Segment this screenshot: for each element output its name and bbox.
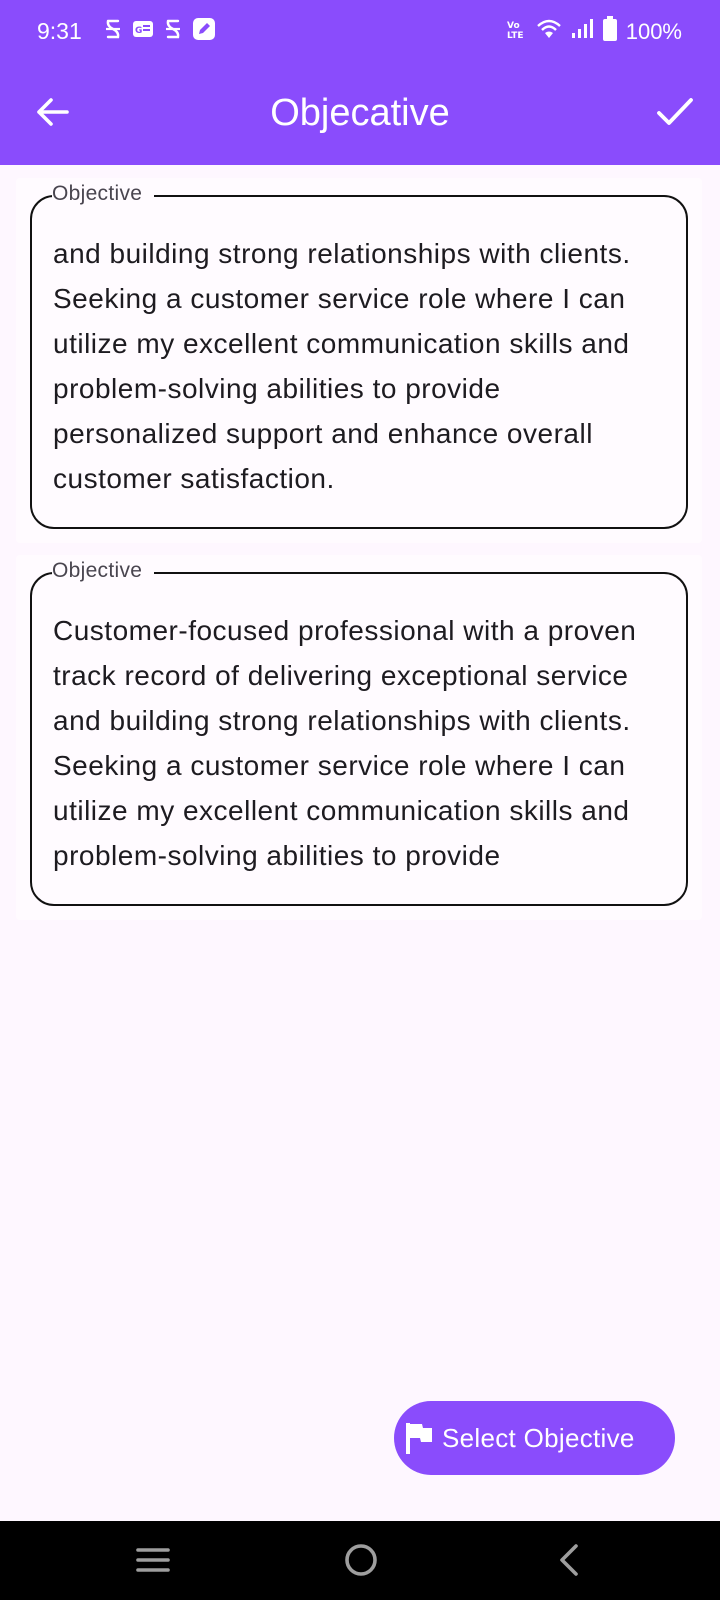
status-time: 9:31 [37, 18, 82, 44]
select-objective-label: Select Objective [442, 1423, 635, 1453]
objective-text-content: Customer-focused professional with a pro… [53, 238, 631, 494]
signal-icon [570, 18, 594, 45]
status-right: Vo LTE 100% [506, 16, 682, 47]
objective-card: Customer-focused professional with a pro… [16, 178, 702, 543]
objective-list: Customer-focused professional with a pro… [16, 178, 702, 932]
objective-label: Objective [52, 557, 155, 585]
objective-field[interactable]: Customer-focused professional with a pro… [30, 572, 688, 906]
notification-icons: G [104, 17, 216, 46]
wifi-icon [536, 18, 562, 45]
sim-icon [164, 18, 182, 45]
sim-icon [104, 18, 122, 45]
battery-percentage: 100% [625, 18, 682, 44]
objective-field[interactable]: Customer-focused professional with a pro… [30, 195, 688, 529]
objective-text-content: Customer-focused professional with a pro… [53, 615, 637, 871]
battery-icon [602, 16, 618, 47]
svg-text:G: G [135, 26, 142, 36]
select-objective-button[interactable]: Select Objective [394, 1401, 675, 1475]
flag-icon [404, 1421, 436, 1455]
id-card-icon: G [132, 20, 154, 43]
app-bar: Objecative [0, 62, 720, 165]
check-icon [656, 97, 694, 132]
status-bar: 9:31 G Vo LTE 100% [0, 0, 720, 62]
page-title: Objecative [270, 92, 450, 134]
system-nav-bar [0, 1521, 720, 1600]
edit-app-icon [192, 17, 216, 46]
objective-text[interactable]: Customer-focused professional with a pro… [53, 231, 666, 501]
objective-label: Objective [52, 180, 155, 208]
volte-icon: Vo LTE [506, 18, 528, 45]
home-button[interactable] [336, 1537, 386, 1587]
objective-card: Customer-focused professional with a pro… [16, 555, 702, 920]
system-back-button[interactable] [544, 1537, 594, 1587]
home-icon [344, 1543, 378, 1582]
recent-apps-button[interactable] [128, 1537, 178, 1587]
svg-text:LTE: LTE [507, 31, 524, 40]
svg-text:Vo: Vo [507, 21, 520, 31]
objective-text[interactable]: Customer-focused professional with a pro… [53, 608, 666, 878]
menu-icon [135, 1545, 171, 1580]
back-icon [556, 1543, 582, 1582]
confirm-button[interactable] [656, 84, 720, 144]
